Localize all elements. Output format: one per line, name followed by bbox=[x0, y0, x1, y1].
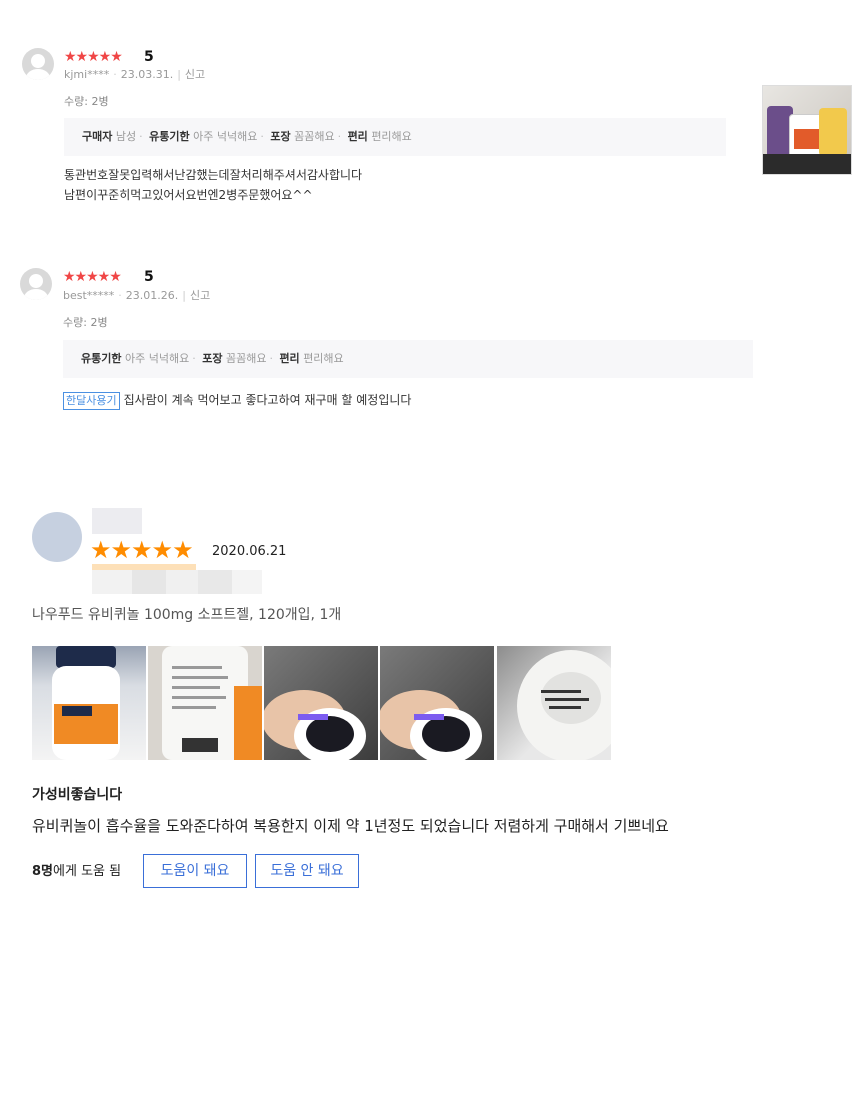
review-text-line: 집사람이 계속 먹어보고 좋다고하여 재구매 할 예정입니다 bbox=[123, 393, 412, 407]
attr-key: 구매자 bbox=[82, 130, 113, 143]
attribute-summary: 구매자 남성 · 유통기한 아주 넉넉해요 · 포장 꼼꼼해요 · 편리 편리해요 bbox=[64, 118, 726, 156]
attr-key: 포장 bbox=[202, 352, 223, 365]
review-photo[interactable] bbox=[264, 646, 378, 760]
quantity-label: 수량: 2병 bbox=[63, 316, 108, 329]
review-text-line: 남편이꾸준히먹고있어서요번엔2병주문했어요^^ bbox=[64, 188, 313, 202]
attribute-summary: 유통기한 아주 넉넉해요 · 포장 꼼꼼해요 · 편리 편리해요 bbox=[63, 340, 753, 378]
review-text: 한달사용기 집사람이 계속 먹어보고 좋다고하여 재구매 할 예정입니다 bbox=[63, 390, 411, 410]
review-photo-thumbnail[interactable] bbox=[762, 85, 852, 175]
product-name: 나우푸드 유비퀴놀 100mg 소프트젤, 120개입, 1개 bbox=[32, 607, 342, 623]
helpful-no-button[interactable]: 도움 안 돼요 bbox=[255, 854, 359, 888]
review-date: 23.01.26. bbox=[125, 289, 179, 302]
reviewer-id: kjmi**** bbox=[64, 68, 110, 81]
helpful-suffix: 에게 도움 됨 bbox=[53, 864, 122, 879]
attr-value: 아주 넉넉해요 bbox=[193, 130, 258, 143]
attr-value: 아주 넉넉해요 bbox=[124, 352, 190, 365]
attr-value: 꼼꼼해요 bbox=[225, 352, 267, 365]
helpful-number: 8명 bbox=[32, 864, 54, 879]
review-text-line: 통관번호잘못입력해서난감했는데잘처리해주셔서감사합니다 bbox=[64, 168, 363, 182]
review-photo[interactable] bbox=[380, 646, 494, 760]
rating-stars: ★★★★★ bbox=[64, 49, 123, 65]
reviewer-id: best***** bbox=[63, 289, 115, 302]
avatar bbox=[20, 268, 52, 300]
rating-stars: ★★★★★ bbox=[63, 269, 122, 285]
review-photo[interactable] bbox=[497, 646, 611, 760]
avatar bbox=[22, 48, 54, 80]
review-date: 23.03.31. bbox=[120, 68, 174, 81]
review-date: 2020.06.21 bbox=[212, 544, 287, 559]
attr-value: 편리해요 bbox=[371, 130, 412, 143]
attr-value: 꼼꼼해요 bbox=[294, 130, 335, 143]
rating-stars: ★★★★★ bbox=[90, 536, 194, 564]
avatar bbox=[32, 512, 82, 562]
helpful-count: 8명에게 도움 됨 bbox=[32, 864, 121, 880]
rating-score: 5 bbox=[144, 49, 154, 65]
attr-key: 유통기한 bbox=[149, 130, 190, 143]
review-meta: kjmi**** · 23.03.31. | 신고 bbox=[64, 68, 206, 81]
attr-key: 편리 bbox=[279, 352, 300, 365]
review-photo[interactable] bbox=[32, 646, 146, 760]
quantity-label: 수량: 2병 bbox=[64, 95, 109, 108]
review-photo[interactable] bbox=[148, 646, 262, 760]
attr-key: 편리 bbox=[347, 130, 368, 143]
attr-value: 편리해요 bbox=[303, 352, 344, 365]
report-link[interactable]: 신고 bbox=[190, 289, 210, 302]
helpful-yes-button[interactable]: 도움이 돼요 bbox=[143, 854, 247, 888]
rating-score: 5 bbox=[144, 269, 154, 285]
month-use-tag: 한달사용기 bbox=[63, 392, 120, 410]
attr-value: 남성 bbox=[115, 130, 137, 143]
review-text: 통관번호잘못입력해서난감했는데잘처리해주셔서감사합니다 남편이꾸준히먹고있어서요… bbox=[64, 165, 362, 205]
review-title: 가성비좋습니다 bbox=[32, 787, 123, 803]
review-meta: best***** · 23.01.26. | 신고 bbox=[63, 289, 211, 302]
attr-key: 포장 bbox=[270, 130, 291, 143]
reviewer-name-masked bbox=[92, 508, 142, 534]
review-body: 유비퀴놀이 흡수율을 도와준다하여 복용한지 이제 약 1년정도 되었습니다 저… bbox=[32, 817, 669, 835]
report-link[interactable]: 신고 bbox=[185, 68, 205, 81]
attr-key: 유통기한 bbox=[81, 352, 122, 365]
